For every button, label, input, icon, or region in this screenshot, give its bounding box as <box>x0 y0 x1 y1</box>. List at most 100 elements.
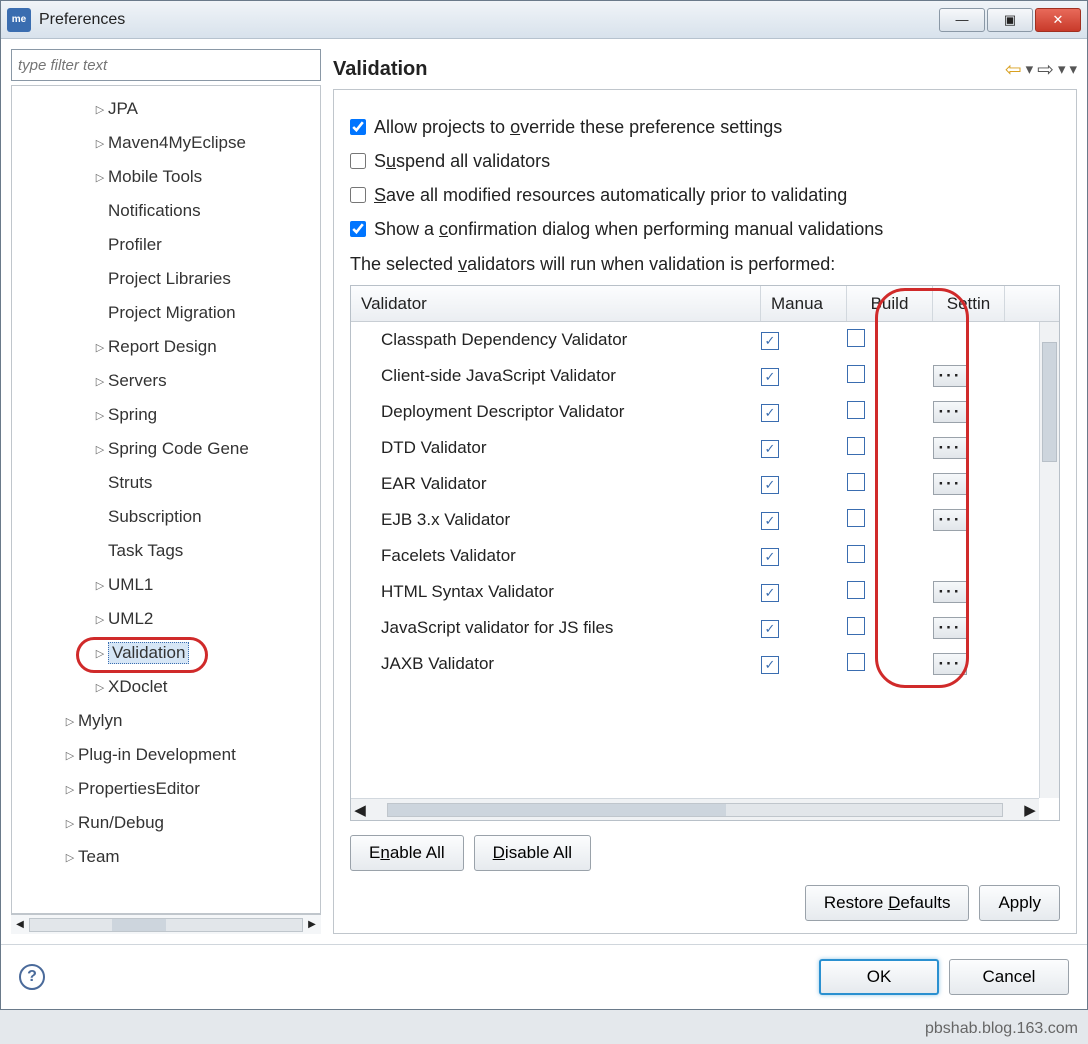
settings-cell[interactable]: ··· <box>933 473 1005 495</box>
settings-cell[interactable]: ··· <box>933 437 1005 459</box>
tree-item-plug-in-development[interactable]: ▷Plug-in Development <box>12 738 316 772</box>
settings-cell[interactable]: ··· <box>933 509 1005 531</box>
tree-item-xdoclet[interactable]: ▷XDoclet <box>12 670 316 704</box>
forward-menu-icon[interactable]: ▾ <box>1058 60 1066 78</box>
settings-cell[interactable]: ··· <box>933 653 1005 675</box>
build-cell[interactable] <box>847 401 933 424</box>
manual-checkbox[interactable] <box>761 584 779 602</box>
table-row[interactable]: EAR Validator··· <box>351 466 1059 502</box>
manual-checkbox[interactable] <box>761 332 779 350</box>
restore-defaults-button[interactable]: Restore Defaults <box>805 885 970 921</box>
table-row[interactable]: HTML Syntax Validator··· <box>351 574 1059 610</box>
settings-button[interactable]: ··· <box>933 437 967 459</box>
settings-button[interactable]: ··· <box>933 365 967 387</box>
tree-item-uml2[interactable]: ▷UML2 <box>12 602 316 636</box>
settings-button[interactable]: ··· <box>933 509 967 531</box>
build-cell[interactable] <box>847 365 933 388</box>
build-checkbox[interactable] <box>847 581 865 599</box>
manual-cell[interactable] <box>761 366 847 386</box>
table-row[interactable]: Deployment Descriptor Validator··· <box>351 394 1059 430</box>
back-menu-icon[interactable]: ▾ <box>1026 60 1034 78</box>
save-checkbox[interactable] <box>350 187 366 203</box>
settings-button[interactable]: ··· <box>933 581 967 603</box>
build-checkbox[interactable] <box>847 653 865 671</box>
manual-cell[interactable] <box>761 438 847 458</box>
build-checkbox[interactable] <box>847 401 865 419</box>
build-cell[interactable] <box>847 653 933 676</box>
disable-all-button[interactable]: Disable All <box>474 835 591 871</box>
manual-cell[interactable] <box>761 546 847 566</box>
tree-item-run-debug[interactable]: ▷Run/Debug <box>12 806 316 840</box>
col-header-settings[interactable]: Settin <box>933 286 1005 321</box>
apply-button[interactable]: Apply <box>979 885 1060 921</box>
build-cell[interactable] <box>847 509 933 532</box>
manual-cell[interactable] <box>761 330 847 350</box>
confirm-checkbox[interactable] <box>350 221 366 237</box>
table-row[interactable]: JavaScript validator for JS files··· <box>351 610 1059 646</box>
build-checkbox[interactable] <box>847 329 865 347</box>
option-override[interactable]: Allow projects to override these prefere… <box>350 110 1060 144</box>
manual-cell[interactable] <box>761 402 847 422</box>
tree-item-profiler[interactable]: Profiler <box>12 228 316 262</box>
tree-item-validation[interactable]: ▷Validation <box>12 636 316 670</box>
build-cell[interactable] <box>847 473 933 496</box>
settings-button[interactable]: ··· <box>933 401 967 423</box>
tree-item-notifications[interactable]: Notifications <box>12 194 316 228</box>
settings-cell[interactable]: ··· <box>933 617 1005 639</box>
settings-cell[interactable]: ··· <box>933 365 1005 387</box>
col-header-build[interactable]: Build <box>847 286 933 321</box>
build-checkbox[interactable] <box>847 437 865 455</box>
filter-input[interactable] <box>11 49 321 81</box>
col-header-validator[interactable]: Validator <box>351 286 761 321</box>
build-checkbox[interactable] <box>847 473 865 491</box>
preference-tree[interactable]: ▷JPA▷Maven4MyEclipse▷Mobile ToolsNotific… <box>11 85 321 914</box>
tree-horizontal-scrollbar[interactable]: ◀▶ <box>11 914 321 934</box>
build-checkbox[interactable] <box>847 509 865 527</box>
manual-checkbox[interactable] <box>761 404 779 422</box>
manual-cell[interactable] <box>761 618 847 638</box>
table-row[interactable]: JAXB Validator··· <box>351 646 1059 682</box>
settings-cell[interactable]: ··· <box>933 581 1005 603</box>
tree-item-project-libraries[interactable]: Project Libraries <box>12 262 316 296</box>
table-row[interactable]: Classpath Dependency Validator <box>351 322 1059 358</box>
manual-checkbox[interactable] <box>761 656 779 674</box>
manual-checkbox[interactable] <box>761 476 779 494</box>
build-checkbox[interactable] <box>847 617 865 635</box>
tree-item-task-tags[interactable]: Task Tags <box>12 534 316 568</box>
manual-checkbox[interactable] <box>761 368 779 386</box>
table-horizontal-scrollbar[interactable]: ◀▶ <box>351 798 1039 820</box>
tree-item-propertieseditor[interactable]: ▷PropertiesEditor <box>12 772 316 806</box>
tree-item-mylyn[interactable]: ▷Mylyn <box>12 704 316 738</box>
close-button[interactable]: ✕ <box>1035 8 1081 32</box>
tree-item-project-migration[interactable]: Project Migration <box>12 296 316 330</box>
tree-item-spring[interactable]: ▷Spring <box>12 398 316 432</box>
tree-item-maven4myeclipse[interactable]: ▷Maven4MyEclipse <box>12 126 316 160</box>
table-row[interactable]: EJB 3.x Validator··· <box>351 502 1059 538</box>
ok-button[interactable]: OK <box>819 959 939 995</box>
build-checkbox[interactable] <box>847 365 865 383</box>
build-cell[interactable] <box>847 581 933 604</box>
option-confirm[interactable]: Show a confirmation dialog when performi… <box>350 212 1060 246</box>
tree-item-subscription[interactable]: Subscription <box>12 500 316 534</box>
back-icon[interactable]: ⇦ <box>1005 57 1022 82</box>
option-suspend[interactable]: Suspend all validators <box>350 144 1060 178</box>
tree-item-jpa[interactable]: ▷JPA <box>12 92 316 126</box>
build-checkbox[interactable] <box>847 545 865 563</box>
manual-checkbox[interactable] <box>761 512 779 530</box>
tree-item-servers[interactable]: ▷Servers <box>12 364 316 398</box>
tree-item-team[interactable]: ▷Team <box>12 840 316 874</box>
table-vertical-scrollbar[interactable] <box>1039 322 1059 798</box>
option-save[interactable]: Save all modified resources automaticall… <box>350 178 1060 212</box>
table-row[interactable]: Facelets Validator <box>351 538 1059 574</box>
manual-checkbox[interactable] <box>761 620 779 638</box>
cancel-button[interactable]: Cancel <box>949 959 1069 995</box>
manual-checkbox[interactable] <box>761 548 779 566</box>
col-header-manual[interactable]: Manua <box>761 286 847 321</box>
settings-button[interactable]: ··· <box>933 653 967 675</box>
manual-cell[interactable] <box>761 654 847 674</box>
build-cell[interactable] <box>847 329 933 352</box>
build-cell[interactable] <box>847 617 933 640</box>
table-row[interactable]: Client-side JavaScript Validator··· <box>351 358 1059 394</box>
manual-cell[interactable] <box>761 582 847 602</box>
menu-icon[interactable]: ▾ <box>1069 60 1077 78</box>
